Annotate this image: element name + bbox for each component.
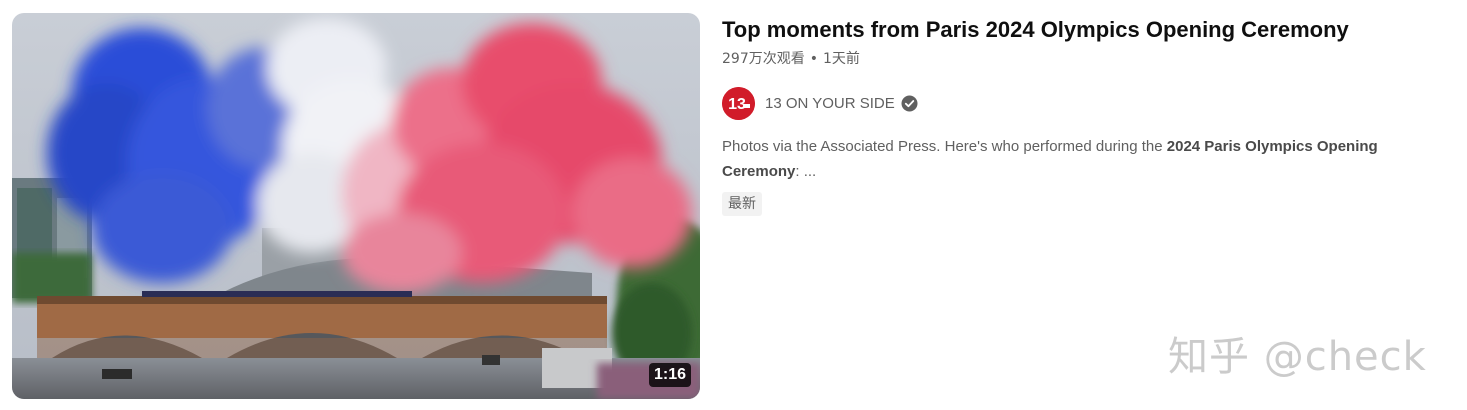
stats-separator: • — [809, 51, 818, 67]
channel-logo-icon: 13 — [722, 86, 755, 120]
video-metadata: Top moments from Paris 2024 Olympics Ope… — [722, 14, 1442, 216]
new-badge: 最新 — [722, 192, 762, 216]
description-suffix: : ... — [795, 163, 817, 180]
description-highlight-2: Ceremony — [722, 163, 796, 180]
watermark-text: 知乎 @check — [1168, 334, 1427, 380]
view-count: 297万次观看 — [722, 51, 805, 67]
video-stats: 297万次观看 • 1天前 — [722, 48, 1442, 70]
description-prefix: Photos via the Associated Press. Here's … — [722, 138, 1167, 155]
channel-name[interactable]: 13 ON YOUR SIDE — [765, 95, 895, 112]
channel-avatar[interactable]: 13 — [722, 86, 755, 120]
upload-age: 1天前 — [823, 51, 860, 67]
thumbnail-image — [12, 13, 700, 399]
channel-logo-text: 13 — [728, 96, 746, 113]
search-result-item: 1:16 Top moments from Paris 2024 Olympic… — [0, 0, 1467, 410]
video-duration: 1:16 — [648, 363, 691, 387]
verified-check-icon — [901, 95, 918, 111]
video-description: Photos via the Associated Press. Here's … — [722, 134, 1440, 184]
description-highlight-1: 2024 Paris Olympics Opening — [1166, 138, 1378, 155]
video-thumbnail[interactable]: 1:16 — [12, 13, 700, 399]
channel-row: 13 13 ON YOUR SIDE — [722, 86, 1442, 120]
video-title[interactable]: Top moments from Paris 2024 Olympics Ope… — [722, 14, 1442, 46]
